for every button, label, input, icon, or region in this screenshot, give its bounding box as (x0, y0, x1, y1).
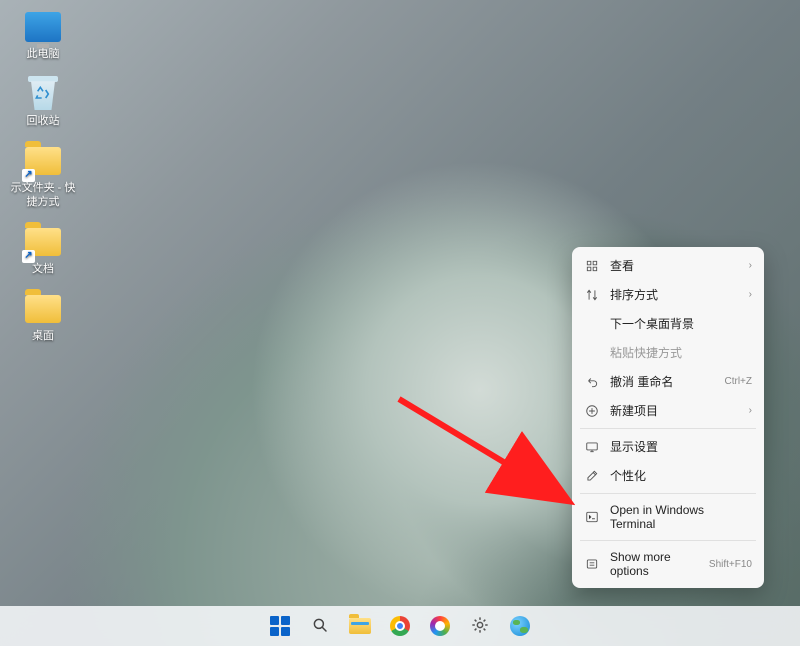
desktop-icon-folder-3[interactable]: 桌面 (8, 290, 78, 343)
menu-item-paste-shortcut: 粘贴快捷方式 (576, 338, 760, 367)
folder-icon (24, 223, 62, 261)
file-explorer-icon (349, 618, 371, 634)
folder-icon (24, 290, 62, 328)
taskbar-app-colorful[interactable] (423, 609, 457, 643)
desktop-icon-folder-shortcut-1[interactable]: 示文件夹 - 快捷方式 (8, 142, 78, 208)
sort-icon (584, 287, 600, 303)
more-menu-icon (584, 556, 600, 572)
menu-item-label: 新建项目 (610, 402, 739, 419)
desktop-icon-folder-shortcut-2[interactable]: 文档 (8, 223, 78, 276)
menu-item-label: 下一个桌面背景 (610, 315, 752, 332)
desktop-icon-label: 回收站 (27, 115, 60, 128)
view-grid-icon (584, 258, 600, 274)
shortcut-arrow-icon (22, 250, 35, 263)
menu-item-show-more-options[interactable]: Show more options Shift+F10 (576, 544, 760, 584)
start-button[interactable] (263, 609, 297, 643)
menu-item-label: 个性化 (610, 467, 752, 484)
menu-item-shortcut: Shift+F10 (709, 559, 752, 570)
menu-item-open-terminal[interactable]: Open in Windows Terminal (576, 497, 760, 537)
menu-item-display-settings[interactable]: 显示设置 (576, 432, 760, 461)
recycle-bin-icon (24, 75, 62, 113)
menu-item-view[interactable]: 查看 › (576, 251, 760, 280)
menu-separator (580, 493, 756, 494)
taskbar-search-button[interactable] (303, 609, 337, 643)
desktop-icon-label: 桌面 (32, 330, 54, 343)
menu-item-sort[interactable]: 排序方式 › (576, 280, 760, 309)
menu-item-label: 排序方式 (610, 286, 739, 303)
paintbrush-icon (584, 468, 600, 484)
search-icon (311, 616, 329, 637)
taskbar-settings[interactable] (463, 609, 497, 643)
desktop-icon-this-pc[interactable]: 此电脑 (8, 8, 78, 61)
menu-item-personalize[interactable]: 个性化 (576, 461, 760, 490)
plus-circle-icon (584, 403, 600, 419)
menu-item-label: Open in Windows Terminal (610, 503, 752, 531)
desktop-icons-grid: 此电脑 回收站 示文件夹 - 快捷方式 文档 (8, 8, 78, 343)
chevron-right-icon: › (749, 289, 752, 300)
globe-icon (510, 616, 530, 636)
taskbar (0, 606, 800, 646)
menu-separator (580, 428, 756, 429)
desktop-icon-label: 示文件夹 - 快捷方式 (9, 182, 77, 208)
menu-item-label: 显示设置 (610, 438, 752, 455)
undo-icon (584, 374, 600, 390)
shortcut-arrow-icon (22, 169, 35, 182)
menu-item-undo[interactable]: 撤消 重命名 Ctrl+Z (576, 367, 760, 396)
menu-item-label: 查看 (610, 257, 739, 274)
folder-icon (24, 142, 62, 180)
desktop-icon-label: 此电脑 (27, 48, 60, 61)
windows-logo-icon (270, 616, 290, 636)
colorful-circle-icon (430, 616, 450, 636)
menu-separator (580, 540, 756, 541)
taskbar-chrome[interactable] (383, 609, 417, 643)
chevron-right-icon: › (749, 405, 752, 416)
taskbar-file-explorer[interactable] (343, 609, 377, 643)
desktop-icon-recycle-bin[interactable]: 回收站 (8, 75, 78, 128)
display-icon (584, 439, 600, 455)
terminal-icon (584, 509, 600, 525)
chevron-right-icon: › (749, 260, 752, 271)
blank-icon (584, 345, 600, 361)
gear-icon (470, 615, 490, 638)
menu-item-label: 粘贴快捷方式 (610, 344, 752, 361)
menu-item-label: 撤消 重命名 (610, 373, 715, 390)
this-pc-icon (24, 8, 62, 46)
chrome-icon (390, 616, 410, 636)
menu-item-next-background[interactable]: 下一个桌面背景 (576, 309, 760, 338)
taskbar-browser[interactable] (503, 609, 537, 643)
menu-item-shortcut: Ctrl+Z (725, 376, 753, 387)
desktop-icon-label: 文档 (32, 263, 54, 276)
blank-icon (584, 316, 600, 332)
menu-item-label: Show more options (610, 550, 699, 578)
desktop-context-menu: 查看 › 排序方式 › 下一个桌面背景 粘贴快捷方式 撤消 重命名 Ctrl+Z… (572, 247, 764, 588)
menu-item-new[interactable]: 新建项目 › (576, 396, 760, 425)
